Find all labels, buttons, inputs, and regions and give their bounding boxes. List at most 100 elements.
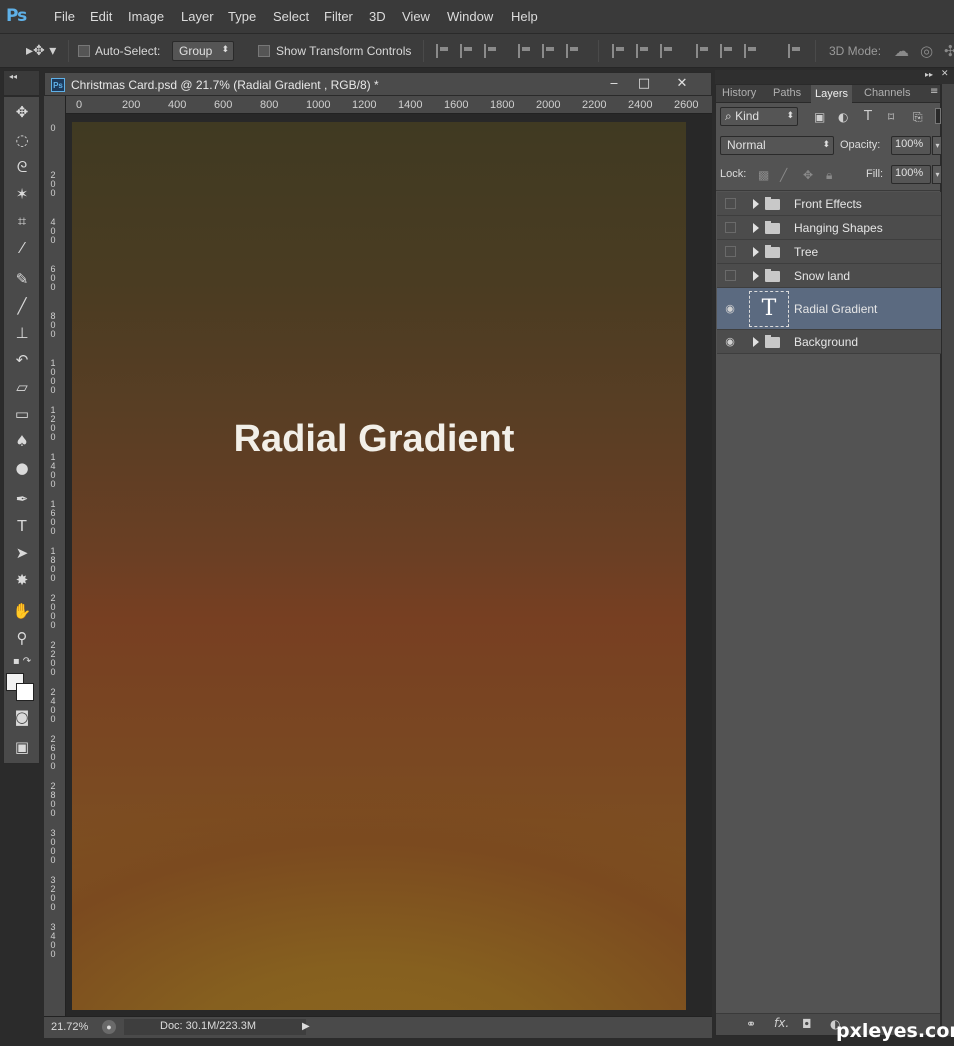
move-tool-icon[interactable]: ✥ — [8, 100, 36, 124]
layer-row[interactable]: ◉ Background — [717, 330, 941, 354]
filter-shape-icon[interactable]: ⌑ — [888, 110, 894, 124]
hand-tool-icon[interactable]: ✋ — [8, 599, 36, 623]
horizontal-ruler[interactable]: 0 200 400 600 800 1000 1200 1400 1600 1800 2000 220… — [44, 96, 712, 114]
gradient-tool-icon[interactable]: ▭ — [8, 402, 36, 426]
eraser-tool-icon[interactable]: ▱ — [8, 375, 36, 399]
menu-3d[interactable]: 3D — [369, 9, 386, 24]
menu-layer[interactable]: Layer — [181, 9, 214, 24]
blend-mode-dropdown[interactable]: Normal ⬍ — [720, 136, 834, 155]
menu-window[interactable]: Window — [447, 9, 493, 24]
fill-field[interactable]: 100% — [891, 165, 931, 184]
filter-adjustment-icon[interactable]: ◐ — [838, 110, 848, 124]
auto-select-dropdown[interactable]: Group ⬍ — [172, 41, 234, 61]
show-transform-checkbox[interactable] — [258, 45, 270, 57]
visibility-toggle[interactable] — [725, 198, 736, 209]
align-vcenter-icon[interactable] — [460, 44, 474, 58]
lock-transparent-icon[interactable]: ▩ — [758, 168, 769, 182]
panel-menu-icon[interactable]: ≡ — [930, 86, 938, 97]
layer-row[interactable]: Hanging Shapes — [717, 216, 941, 240]
collapse-icon[interactable]: ▸▸ — [925, 70, 933, 79]
link-layers-icon[interactable]: ⚭ — [746, 1017, 756, 1031]
layer-filter-dropdown[interactable]: ⌕ Kind ⬍ — [720, 107, 798, 126]
menu-type[interactable]: Type — [228, 9, 256, 24]
lock-image-icon[interactable]: ╱ — [780, 168, 787, 182]
panel-scrollbar[interactable] — [941, 84, 954, 1036]
tab-channels[interactable]: Channels — [864, 87, 910, 99]
3d-roll-icon[interactable]: ◎ — [920, 42, 933, 60]
menu-view[interactable]: View — [402, 9, 430, 24]
align-right-icon[interactable] — [566, 44, 580, 58]
eye-icon[interactable]: ◉ — [722, 336, 738, 348]
align-bottom-icon[interactable] — [484, 44, 498, 58]
expand-arrow-icon[interactable] — [753, 199, 759, 209]
align-top-icon[interactable] — [436, 44, 450, 58]
minimize-button[interactable]: ‒ — [599, 75, 629, 93]
pen-tool-icon[interactable]: ✒ — [8, 487, 36, 511]
marquee-tool-icon[interactable]: ◌ — [8, 128, 36, 152]
menu-select[interactable]: Select — [273, 9, 309, 24]
distribute-vcenter-icon[interactable] — [636, 44, 650, 58]
expand-arrow-icon[interactable] — [753, 223, 759, 233]
eyedropper-tool-icon[interactable]: ⁄ — [8, 236, 36, 260]
filter-pixel-icon[interactable]: ▣ — [814, 110, 825, 124]
quick-mask-icon[interactable]: ◙ — [8, 705, 36, 729]
layer-row[interactable]: Front Effects — [717, 192, 941, 216]
distribute-top-icon[interactable] — [612, 44, 626, 58]
eye-icon[interactable]: ◉ — [722, 303, 738, 315]
layer-row-selected[interactable]: ◉ T Radial Gradient — [717, 288, 941, 330]
filter-smart-object-icon[interactable]: ⎘ — [913, 110, 923, 125]
menu-help[interactable]: Help — [511, 9, 538, 24]
crop-tool-icon[interactable]: ⌗ — [8, 209, 36, 233]
distribute-right-icon[interactable] — [744, 44, 758, 58]
brush-tool-icon[interactable]: ╱ — [8, 294, 36, 318]
align-hcenter-icon[interactable] — [542, 44, 556, 58]
lock-all-icon[interactable]: 🔒︎ — [826, 168, 832, 183]
collapse-icon[interactable]: ◂◂ — [9, 72, 17, 81]
expand-arrow-icon[interactable] — [753, 337, 759, 347]
vertical-ruler[interactable]: 0 2 0 0 4 0 0 6 0 0 8 0 0 1 0 0 0 1 2 0 0 1 4 0… — [44, 114, 66, 1016]
clone-stamp-tool-icon[interactable]: ⊥ — [8, 321, 36, 345]
auto-select-checkbox[interactable] — [78, 45, 90, 57]
opacity-field[interactable]: 100% — [891, 136, 931, 155]
close-panel-icon[interactable]: ✕ — [941, 69, 949, 79]
tab-history[interactable]: History — [722, 87, 756, 99]
zoom-tool-icon[interactable]: ⚲ — [8, 626, 36, 650]
healing-brush-tool-icon[interactable]: ✎ — [8, 267, 36, 291]
layer-row[interactable]: Tree — [717, 240, 941, 264]
lasso-tool-icon[interactable]: ᘓ — [8, 155, 36, 179]
add-mask-icon[interactable]: ◘ — [802, 1017, 812, 1031]
distribute-hcenter-icon[interactable] — [720, 44, 734, 58]
dodge-tool-icon[interactable]: ● — [8, 456, 36, 480]
maximize-button[interactable]: □ — [629, 75, 659, 93]
move-tool-preset-icon[interactable]: ▸✥ ▾ — [26, 43, 56, 59]
close-button[interactable]: ✕ — [667, 75, 697, 93]
distribute-left-icon[interactable] — [696, 44, 710, 58]
fx-icon[interactable]: fx. — [774, 1016, 789, 1030]
radial-gradient-text-layer[interactable]: Radial Gradient — [72, 418, 676, 461]
align-left-icon[interactable] — [518, 44, 532, 58]
filter-type-icon[interactable]: T — [864, 109, 872, 124]
visibility-toggle[interactable] — [725, 270, 736, 281]
blur-tool-icon[interactable]: ♠ — [8, 429, 36, 453]
screen-mode-icon[interactable]: ▣ — [8, 735, 36, 759]
tab-layers[interactable]: Layers — [811, 85, 853, 104]
history-brush-tool-icon[interactable]: ↶ — [8, 348, 36, 372]
visibility-toggle[interactable] — [725, 246, 736, 257]
expand-arrow-icon[interactable] — [753, 247, 759, 257]
ruler-origin[interactable] — [44, 96, 66, 114]
swap-colors-icon[interactable]: ▪ ↷ — [8, 650, 36, 674]
background-color-swatch[interactable] — [16, 683, 34, 701]
quick-select-tool-icon[interactable]: ✶ — [8, 182, 36, 206]
menu-filter[interactable]: Filter — [324, 9, 353, 24]
lock-position-icon[interactable]: ✥ — [803, 168, 813, 182]
custom-shape-tool-icon[interactable]: ✸ — [8, 568, 36, 592]
type-tool-icon[interactable]: T — [8, 514, 36, 538]
tab-paths[interactable]: Paths — [773, 87, 801, 99]
status-menu-arrow-icon[interactable]: ▶ — [302, 1021, 310, 1032]
layer-row[interactable]: Snow land — [717, 264, 941, 288]
menu-image[interactable]: Image — [128, 9, 164, 24]
zoom-level[interactable]: 21.72% — [51, 1021, 88, 1033]
expand-arrow-icon[interactable] — [753, 271, 759, 281]
3d-rotate-icon[interactable]: ☁ — [894, 42, 909, 60]
menu-file[interactable]: File — [54, 9, 75, 24]
